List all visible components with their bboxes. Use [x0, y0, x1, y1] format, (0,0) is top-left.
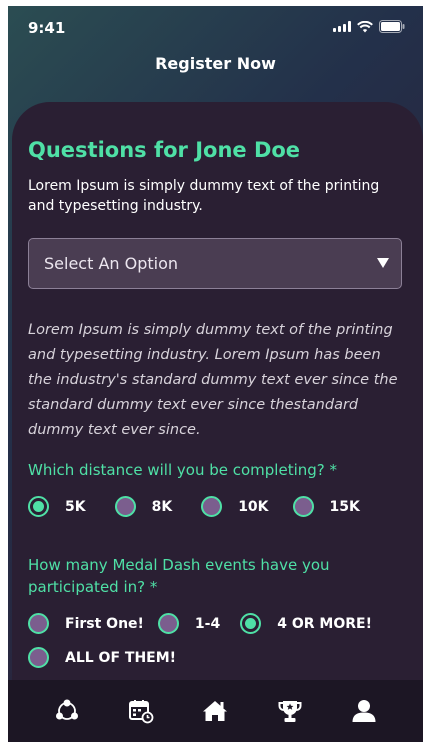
events-radio-group-row1: First One! 1-4 4 OR MORE! [28, 613, 372, 634]
radio-10k[interactable]: 10K [201, 496, 269, 517]
app-screen: 9:41 Register Now Questions for Jone Doe… [8, 6, 423, 742]
signal-icon [333, 21, 351, 32]
radio-label: 1-4 [194, 615, 221, 632]
radio-label: ALL OF THEM! [65, 649, 177, 666]
description-text: Lorem Ipsum is simply dummy text of the … [28, 322, 398, 438]
option-select[interactable]: Select An Option [28, 238, 402, 289]
radio-5k[interactable]: 5K [28, 496, 86, 517]
calendar-icon [129, 700, 154, 724]
radio-circle-icon [292, 496, 314, 517]
radio-circle-icon [28, 613, 49, 634]
radio-4-or-more-selected-icon [240, 613, 262, 634]
radio-label: 4 OR MORE! [277, 615, 372, 632]
home-icon [203, 701, 228, 721]
distance-radio-group: 5K 8K 10K 15K [28, 496, 360, 517]
distance-question: Which distance will you be completing? * [28, 461, 338, 479]
nav-trophy[interactable] [273, 694, 307, 728]
nav-profile[interactable] [347, 694, 381, 728]
form-intro: Lorem Ipsum is simply dummy text of the … [28, 178, 380, 214]
page-title: Register Now [155, 54, 276, 73]
option-select-value: Select An Option [44, 254, 179, 273]
radio-15k[interactable]: 15K [292, 496, 360, 517]
radio-circle-icon [157, 613, 179, 634]
status-icons [333, 20, 405, 33]
events-question: How many Medal Dash events have you part… [28, 556, 330, 596]
radio-all-of-them[interactable]: ALL OF THEM! [28, 647, 176, 668]
nav-community[interactable] [50, 694, 84, 728]
radio-circle-icon [114, 496, 136, 517]
radio-label: 8K [151, 498, 173, 515]
radio-4-or-more[interactable]: 4 OR MORE! [240, 613, 372, 634]
radio-8k[interactable]: 8K [114, 496, 173, 517]
events-radio-group-row2: ALL OF THEM! [28, 647, 176, 668]
radio-circle-icon [201, 496, 223, 517]
nav-calendar[interactable] [124, 694, 158, 728]
status-bar: 9:41 [8, 6, 423, 50]
radio-label: 5K [65, 498, 86, 515]
community-icon [56, 699, 79, 720]
battery-icon [379, 20, 405, 33]
radio-5k-selected-icon [28, 496, 49, 517]
radio-label: 10K [238, 498, 269, 515]
profile-icon [352, 700, 376, 722]
radio-first-one[interactable]: First One! [28, 613, 144, 634]
trophy-icon [278, 701, 302, 722]
radio-circle-icon [28, 647, 49, 668]
wifi-icon [357, 20, 373, 32]
caret-down-icon [377, 258, 389, 268]
nav-home[interactable] [198, 694, 232, 728]
questions-card: Questions for Jone Doe Lorem Ipsum is si… [12, 102, 423, 742]
form-title: Questions for Jone Doe [28, 138, 301, 162]
radio-1-4[interactable]: 1-4 [157, 613, 221, 634]
radio-label: 15K [329, 498, 360, 515]
status-time: 9:41 [28, 19, 66, 37]
radio-label: First One! [65, 615, 144, 632]
bottom-nav [8, 680, 423, 742]
